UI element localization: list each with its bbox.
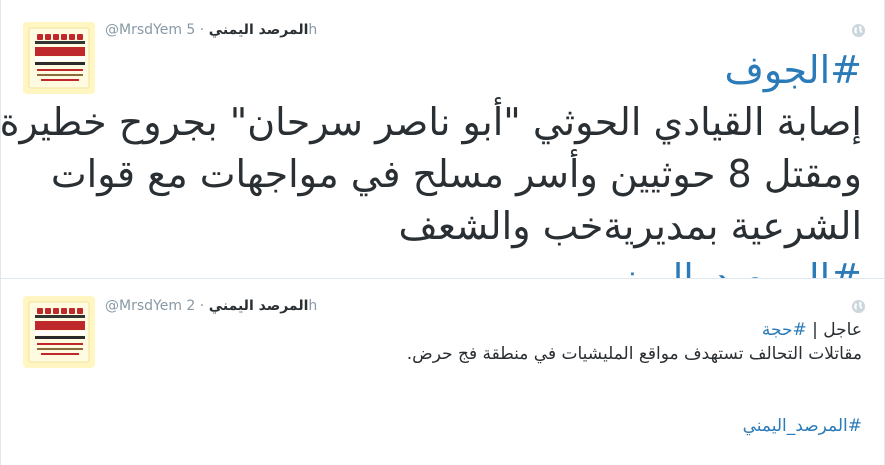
yemeni-observatory-logo [23,22,95,94]
globe-icon [851,23,866,38]
separator: · [199,298,205,314]
hashtag-link[interactable]: #المرصد_اليمني [102,414,862,438]
tweet-text-line: الشرعية بمديريةخب والشعف [398,204,862,248]
hashtag-link[interactable]: #المرصد_اليمني [102,252,862,278]
tweet-text-line: إصابة القيادي الحوثي "أبو ناصر سرحان" بج… [1,100,862,144]
tweet-header: @MrsdYem المرصد اليمني · 2h [105,296,317,316]
screen-name[interactable]: @MrsdYem [105,22,182,38]
yemeni-observatory-logo [23,296,95,368]
tweet[interactable]: @MrsdYem المرصد اليمني · 5h #الجوف إصابة… [1,0,884,279]
tweet-text-line: عاجل | #حجة [102,318,862,342]
tweet-header: @MrsdYem المرصد اليمني · 5h [105,20,317,40]
tweet-text-line: ومقتل 8 حوثيين وأسر مسلح في مواجهات مع ق… [50,152,862,196]
globe-icon [851,299,866,314]
display-name[interactable]: المرصد اليمني [209,298,309,314]
tweet-text-line: مقاتلات التحالف تستهدف مواقع المليشيات ف… [406,344,862,364]
tweet-text: #الجوف إصابة القيادي الحوثي "أبو ناصر سر… [1,44,862,278]
timeline: @MrsdYem المرصد اليمني · 5h #الجوف إصابة… [0,0,885,465]
hashtag-link[interactable]: #حجة [762,320,807,340]
tweet-text: عاجل | #حجة مقاتلات التحالف تستهدف مواقع… [102,318,862,438]
separator: · [199,22,205,38]
urgent-prefix: عاجل | [812,320,862,340]
screen-name[interactable]: @MrsdYem [105,298,182,314]
tweet[interactable]: @MrsdYem المرصد اليمني · 2h عاجل | #حجة … [1,280,884,465]
display-name[interactable]: المرصد اليمني [209,22,309,38]
hashtag-link[interactable]: #الجوف [102,44,862,96]
avatar[interactable] [23,296,95,368]
avatar[interactable] [23,22,95,94]
